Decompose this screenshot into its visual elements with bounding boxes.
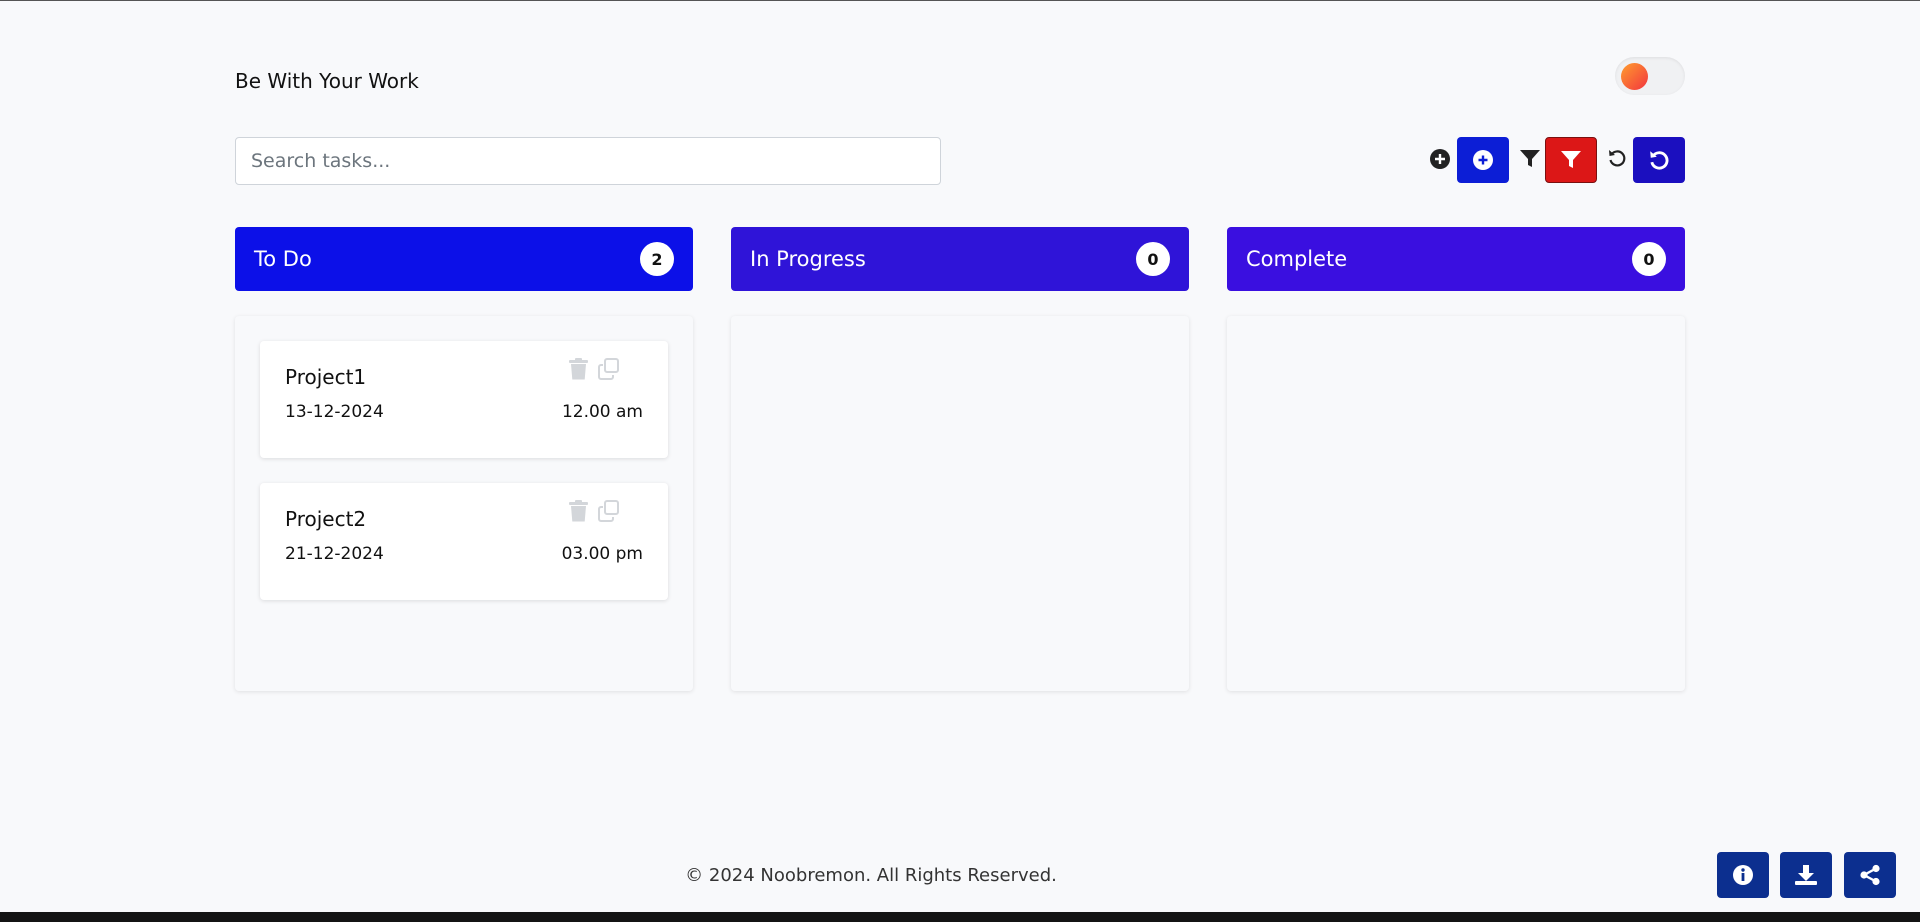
column-header-todo: To Do 2 xyxy=(235,227,693,291)
task-time: 03.00 pm xyxy=(561,544,643,564)
column-body-in-progress[interactable] xyxy=(731,316,1189,691)
task-date: 13-12-2024 xyxy=(285,402,384,422)
reset-button[interactable] xyxy=(1633,137,1685,183)
theme-toggle-knob xyxy=(1621,63,1648,90)
footer-copyright: © 2024 Noobremon. All Rights Reserved. xyxy=(685,865,1057,886)
filter-button[interactable] xyxy=(1545,137,1597,183)
trash-icon[interactable] xyxy=(569,358,588,384)
task-name: Project1 xyxy=(285,365,367,389)
plus-circle-icon xyxy=(1473,150,1493,170)
column-count-badge: 2 xyxy=(640,242,674,276)
column-body-complete[interactable] xyxy=(1227,316,1685,691)
column-body-todo[interactable]: Project1 13-12-2024 12.00 am Project2 21… xyxy=(235,316,693,691)
search-input[interactable] xyxy=(235,137,941,185)
copy-icon[interactable] xyxy=(598,358,620,384)
task-name: Project2 xyxy=(285,507,367,531)
share-button[interactable] xyxy=(1844,852,1896,898)
trash-icon[interactable] xyxy=(569,500,588,526)
column-count-badge: 0 xyxy=(1632,242,1666,276)
info-icon xyxy=(1733,865,1753,885)
column-header-in-progress: In Progress 0 xyxy=(731,227,1189,291)
app-title: Be With Your Work xyxy=(235,69,419,93)
info-button[interactable] xyxy=(1717,852,1769,898)
column-header-complete: Complete 0 xyxy=(1227,227,1685,291)
column-count-badge: 0 xyxy=(1136,242,1170,276)
reset-icon[interactable] xyxy=(1607,148,1627,168)
task-date: 21-12-2024 xyxy=(285,544,384,564)
add-task-button[interactable] xyxy=(1457,137,1509,183)
download-icon xyxy=(1795,865,1817,885)
task-time: 12.00 am xyxy=(561,402,643,422)
copy-icon[interactable] xyxy=(598,500,620,526)
bottom-strip xyxy=(0,912,1920,922)
column-title: In Progress xyxy=(750,247,866,271)
plus-circle-icon[interactable] xyxy=(1430,149,1450,169)
column-title: Complete xyxy=(1246,247,1348,271)
share-icon xyxy=(1860,864,1880,886)
filter-icon xyxy=(1561,151,1581,168)
column-title: To Do xyxy=(254,247,312,271)
task-card[interactable]: Project1 13-12-2024 12.00 am xyxy=(260,341,668,458)
filter-icon[interactable] xyxy=(1519,149,1541,169)
download-button[interactable] xyxy=(1780,852,1832,898)
theme-toggle[interactable] xyxy=(1615,57,1685,95)
reset-icon xyxy=(1650,151,1669,170)
task-card[interactable]: Project2 21-12-2024 03.00 pm xyxy=(260,483,668,600)
